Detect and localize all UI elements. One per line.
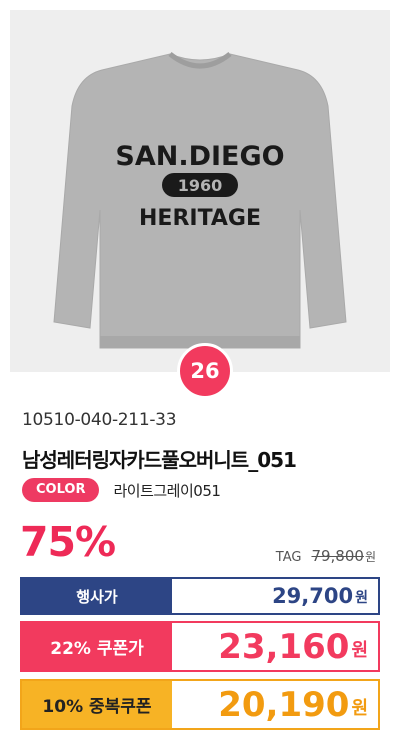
- event-price-label: 행사가: [22, 579, 172, 613]
- dup-coupon-price-value-wrap: 20,190 원: [172, 681, 378, 728]
- event-price-unit: 원: [355, 590, 368, 606]
- tag-label: TAG: [275, 550, 302, 565]
- tag-price: 79,800: [311, 547, 364, 565]
- color-value: 라이트그레이051: [113, 481, 221, 500]
- coupon-price-unit: 원: [351, 640, 368, 661]
- coupon-price-label: 22% 쿠폰가: [22, 623, 172, 670]
- coupon-price-value-wrap: 23,160 원: [172, 623, 378, 670]
- color-row: COLOR 라이트그레이051: [22, 478, 221, 502]
- color-label: COLOR: [22, 478, 100, 502]
- tag-price-row: TAG 79,800 원: [276, 547, 376, 565]
- event-price-box: 행사가 29,700 원: [20, 577, 380, 615]
- dup-coupon-price-box: 10% 중복쿠폰 20,190 원: [20, 679, 380, 730]
- product-code: 10510-040-211-33: [22, 410, 177, 430]
- coupon-price-box: 22% 쿠폰가 23,160 원: [20, 621, 380, 672]
- product-image[interactable]: SAN.DIEGO 1960 HERITAGE: [10, 10, 390, 372]
- event-price-value: 29,700: [272, 584, 354, 608]
- event-price-value-wrap: 29,700 원: [172, 579, 378, 613]
- sweater-illustration: SAN.DIEGO 1960 HERITAGE: [53, 52, 347, 349]
- sweater-print-line3: HERITAGE: [139, 206, 261, 231]
- coupon-price-value: 23,160: [218, 626, 350, 667]
- dup-coupon-price-label: 10% 중복쿠폰: [22, 681, 172, 728]
- sweater-print-line1: SAN.DIEGO: [115, 141, 284, 172]
- discount-percent: 75%: [20, 518, 116, 566]
- dup-coupon-price-unit: 원: [351, 698, 368, 719]
- product-name[interactable]: 남성레터링자카드풀오버니트_051: [22, 444, 297, 473]
- dup-coupon-price-value: 20,190: [218, 684, 350, 725]
- tag-unit: 원: [364, 550, 376, 564]
- rank-badge: 26: [177, 343, 233, 399]
- sweater-print-line2: 1960: [178, 176, 223, 195]
